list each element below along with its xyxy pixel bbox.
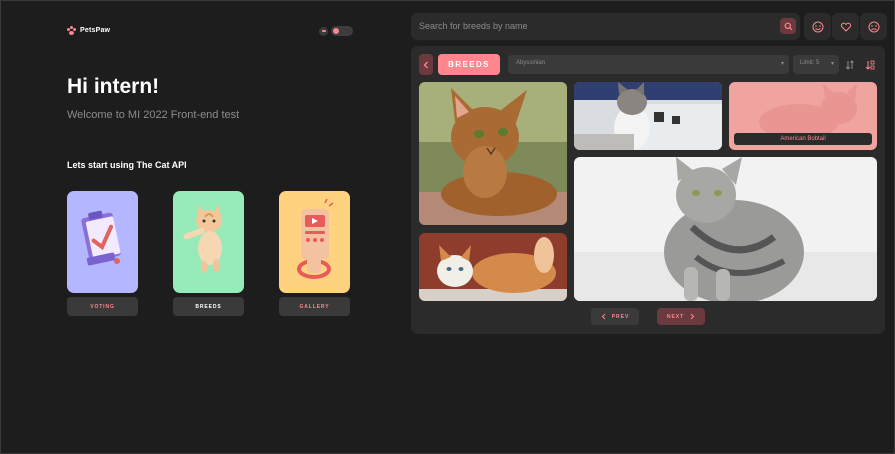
breed-select-value: Abyssinian xyxy=(516,60,546,66)
breeds-illustration xyxy=(183,205,222,273)
chevron-left-icon xyxy=(423,61,428,68)
sort-descending-button[interactable] xyxy=(843,55,857,74)
back-button[interactable] xyxy=(419,54,433,75)
gallery-illustration xyxy=(297,198,334,279)
next-label: NEXT xyxy=(666,313,685,320)
prev-label: PREV xyxy=(611,313,630,320)
breeds-tag: BREEDS xyxy=(438,54,500,75)
sort-ascending-button[interactable] xyxy=(863,55,877,74)
sad-face-icon xyxy=(868,21,879,32)
prev-button[interactable]: PREV xyxy=(591,308,639,325)
cat-image xyxy=(574,157,877,301)
limit-select[interactable]: Limit: 5 ▾ xyxy=(793,55,839,74)
dislikes-button[interactable] xyxy=(860,13,887,40)
logo-text: PetsPaw xyxy=(80,27,111,34)
voting-illustration xyxy=(81,210,121,266)
chevron-left-icon xyxy=(601,313,606,320)
search-input[interactable]: Search for breeds by name xyxy=(419,21,528,31)
breeds-card[interactable] xyxy=(173,191,244,293)
likes-button[interactable] xyxy=(804,13,831,40)
cat-image xyxy=(419,82,567,225)
cat-photo[interactable] xyxy=(419,233,567,301)
breeds-panel: BREEDS Abyssinian ▾ Limit: 5 ▾ American … xyxy=(411,46,885,334)
chevron-down-icon: ▾ xyxy=(830,61,834,67)
cat-photo[interactable] xyxy=(574,82,722,150)
search-bar[interactable]: Search for breeds by name xyxy=(411,13,800,40)
chevron-down-icon: ▾ xyxy=(780,61,784,67)
breeds-button-label: BREEDS xyxy=(195,303,222,310)
page-subtitle: Welcome to MI 2022 Front-end test xyxy=(67,109,240,121)
chevron-right-icon xyxy=(690,313,695,320)
logo[interactable]: PetsPaw xyxy=(67,26,110,35)
theme-toggle[interactable] xyxy=(319,26,353,36)
eye-icon xyxy=(319,26,328,36)
gallery-button-label: GALLERY xyxy=(299,303,330,310)
smile-icon xyxy=(812,21,823,32)
cat-photo[interactable] xyxy=(419,82,567,225)
breed-select[interactable]: Abyssinian ▾ xyxy=(508,55,789,74)
next-button[interactable]: NEXT xyxy=(657,308,705,325)
voting-button-label: VOTING xyxy=(90,303,115,310)
sort-desc-icon xyxy=(845,59,854,70)
paw-icon xyxy=(67,26,76,35)
heart-icon xyxy=(840,22,851,32)
cat-photo-hover[interactable]: American Bobtail xyxy=(729,82,877,150)
voting-card[interactable] xyxy=(67,191,138,293)
search-button[interactable] xyxy=(780,18,796,34)
cat-image xyxy=(419,233,567,301)
start-label: Lets start using The Cat API xyxy=(67,160,187,170)
app-frame: PetsPaw Hi intern! Welcome to MI 2022 Fr… xyxy=(0,0,895,454)
gallery-button[interactable]: GALLERY xyxy=(279,297,350,316)
cat-photo[interactable] xyxy=(574,157,877,301)
breed-name-label: American Bobtail xyxy=(734,133,872,145)
limit-select-value: Limit: 5 xyxy=(800,60,820,66)
theme-switch[interactable] xyxy=(331,26,353,36)
voting-button[interactable]: VOTING xyxy=(67,297,138,316)
sort-asc-icon xyxy=(865,60,875,70)
gallery-card[interactable] xyxy=(279,191,350,293)
cat-image xyxy=(574,82,722,150)
page-title: Hi intern! xyxy=(67,75,160,98)
breeds-button[interactable]: BREEDS xyxy=(173,297,244,316)
favourites-button[interactable] xyxy=(832,13,859,40)
search-icon xyxy=(784,22,792,30)
